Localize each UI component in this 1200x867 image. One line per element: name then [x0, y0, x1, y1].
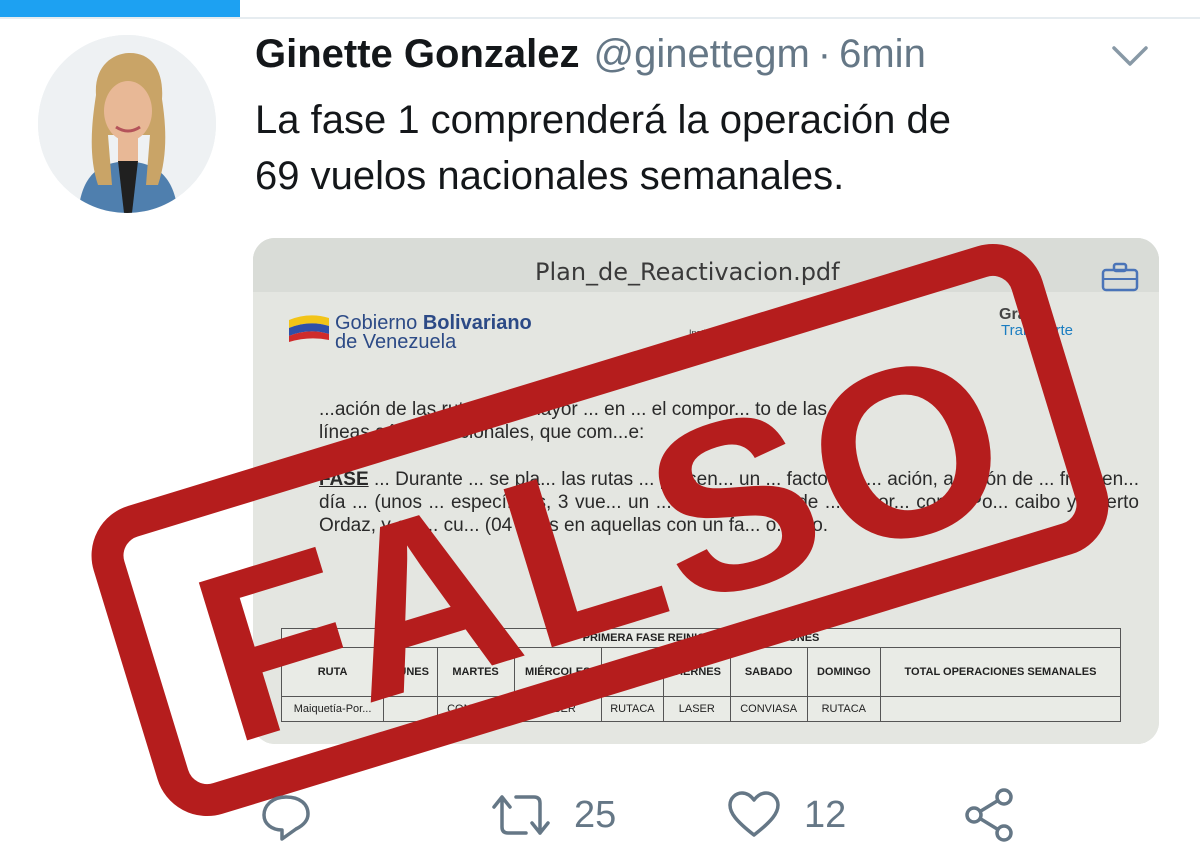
author-name[interactable]: Ginette Gonzalez — [255, 32, 580, 76]
tweet-actions: 25 12 — [0, 780, 1200, 850]
header-divider — [0, 17, 1200, 19]
tweet-timestamp[interactable]: 6min — [839, 32, 926, 76]
document-paragraph: ...ación de las rutas con mayor ... en .… — [319, 398, 1139, 444]
tweet-text-line: La fase 1 comprenderá la operación de — [255, 98, 952, 142]
document-filename: Plan_de_Reactivacion.pdf — [535, 258, 840, 286]
trans-label: Transporte — [1001, 322, 1073, 339]
tweet-header: Ginette Gonzalez @ginettegm · 6min — [255, 28, 926, 80]
table-cell: RUTACA — [600, 696, 664, 722]
column-header: VIERNES — [662, 647, 731, 697]
table-header-row: RUTA LUNES MARTES MIÉRCOLES JUEVES VIERN… — [280, 647, 1122, 697]
column-header: RUTA — [280, 647, 385, 697]
column-header: JUEVES — [600, 647, 664, 697]
document-title-bar: Plan_de_Reactivacion.pdf — [253, 238, 1159, 292]
retweet-icon — [492, 795, 550, 835]
retweet-count: 25 — [574, 793, 617, 836]
share-icon — [965, 788, 1013, 842]
reply-icon — [262, 795, 310, 841]
document-line: ... Durante ... se pla... las rutas ... … — [319, 469, 1139, 536]
table-cell: RUTACA — [806, 696, 881, 722]
reply-button[interactable] — [258, 780, 314, 850]
column-header: LUNES — [383, 647, 438, 697]
briefcase-icon — [1101, 262, 1139, 292]
table-cell: LASER — [513, 696, 602, 722]
schedule-table: PRIMERA FASE REINICIO DE OPERACIONES RUT… — [280, 628, 1122, 722]
gov-logo-text-2: de Venezuela — [335, 331, 457, 353]
column-header: SABADO — [729, 647, 808, 697]
avatar[interactable] — [38, 35, 216, 213]
retweet-button[interactable]: 25 — [490, 780, 616, 850]
document-paragraph-fase: FASE ... Durante ... se pla... las rutas… — [319, 468, 1139, 537]
column-header: TOTAL OPERACIONES SEMANALES — [879, 647, 1122, 697]
header-separator: · — [817, 32, 832, 76]
like-button[interactable]: 12 — [726, 780, 846, 850]
tweet-menu-button[interactable] — [1104, 36, 1156, 76]
table-cell — [383, 696, 438, 722]
document-line: líneas aéreas nacionales, que com...e: — [319, 422, 645, 443]
tweet-media-image[interactable]: Plan_de_Reactivacion.pdf Gobierno Boliva… — [253, 238, 1159, 744]
table-row: Maiquetía-Por... CONVIASA LASER RUTACA L… — [280, 696, 1122, 722]
tweet-text: La fase 1 comprenderá la operación de 69… — [255, 92, 1155, 204]
avatar-photo — [38, 35, 216, 213]
column-header: DOMINGO — [806, 647, 881, 697]
table-cell: CONVIASA — [436, 696, 515, 722]
venezuela-flag-icon — [289, 315, 329, 342]
loading-progress-bar — [0, 0, 240, 17]
column-header: MIÉRCOLES — [513, 647, 602, 697]
tweet-screen: Ginette Gonzalez @ginettegm · 6min La fase … — [0, 0, 1200, 867]
table-title: PRIMERA FASE REINICIO DE OPERACIONES — [281, 628, 1121, 648]
share-button[interactable] — [962, 780, 1018, 850]
chevron-down-icon — [1112, 46, 1148, 66]
inac-label: Instituto Nacional de Aeronáutica Civil — [689, 328, 771, 348]
fase-heading: FASE — [319, 469, 369, 490]
author-handle[interactable]: @ginettegm — [594, 32, 810, 76]
heart-icon — [728, 791, 780, 837]
document-line: ...ación de las rutas con mayor ... en .… — [319, 399, 827, 420]
table-cell: CONVIASA — [729, 696, 808, 722]
table-cell — [879, 696, 1122, 722]
tweet-text-line: 69 vuelos nacionales semanales. — [255, 154, 845, 198]
column-header: MARTES — [436, 647, 515, 697]
table-cell: LASER — [662, 696, 731, 722]
table-cell: Maiquetía-Por... — [280, 696, 385, 722]
like-count: 12 — [804, 793, 847, 836]
